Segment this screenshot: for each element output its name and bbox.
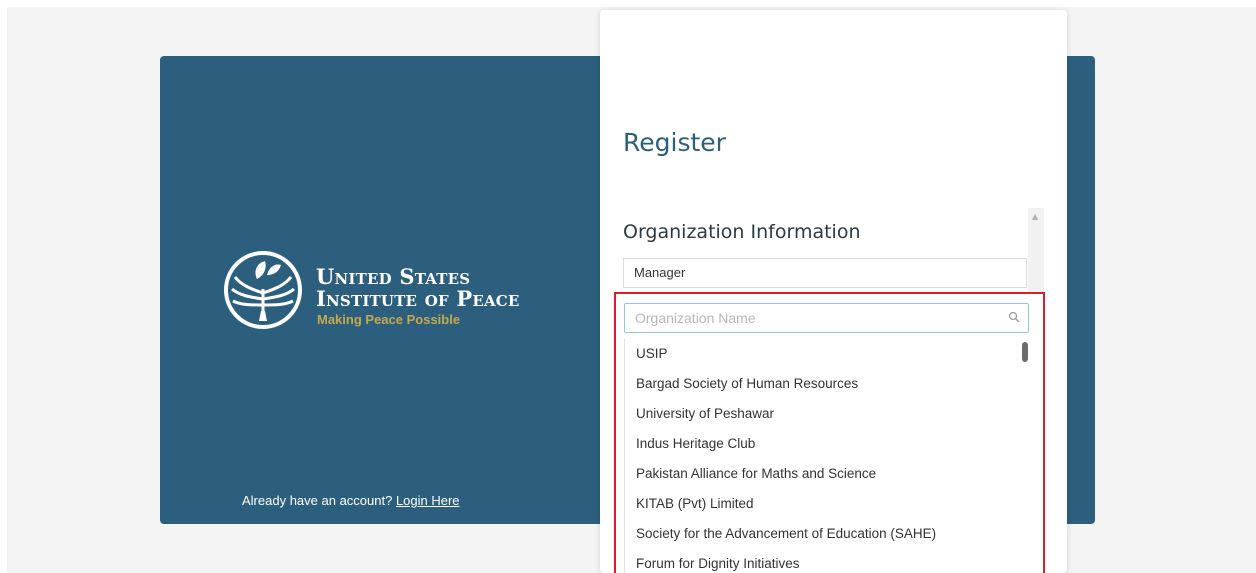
page-title: Register bbox=[623, 128, 726, 157]
role-select[interactable]: Manager bbox=[623, 258, 1027, 288]
logo-line-united-states: United States bbox=[316, 264, 471, 289]
search-icon bbox=[1008, 311, 1020, 323]
organization-search-box[interactable] bbox=[624, 303, 1029, 333]
organization-options-list[interactable]: USIP Bargad Society of Human Resources U… bbox=[624, 339, 1029, 573]
organization-option[interactable]: Forum for Dignity Initiatives bbox=[625, 549, 1029, 573]
dove-olive-branch-icon bbox=[224, 251, 302, 329]
logo-line-institute-of-peace: Institute of Peace bbox=[316, 286, 520, 311]
login-here-link[interactable]: Login Here bbox=[396, 493, 460, 508]
organization-dropdown: USIP Bargad Society of Human Resources U… bbox=[614, 292, 1045, 573]
organization-option[interactable]: Indus Heritage Club bbox=[625, 429, 1029, 459]
usip-logo: United States Institute of Peace Making … bbox=[223, 249, 523, 333]
organization-option[interactable]: Pakistan Alliance for Maths and Science bbox=[625, 459, 1029, 489]
section-title: Organization Information bbox=[623, 221, 861, 243]
login-prompt-row: Already have an account? Login Here bbox=[242, 493, 460, 508]
organization-option[interactable]: University of Peshawar bbox=[625, 399, 1029, 429]
organization-search-input[interactable] bbox=[625, 304, 1005, 332]
organization-option[interactable]: USIP bbox=[625, 339, 1029, 369]
organization-option[interactable]: KITAB (Pvt) Limited bbox=[625, 489, 1029, 519]
organization-option[interactable]: Society for the Advancement of Education… bbox=[625, 519, 1029, 549]
login-prompt-text: Already have an account? bbox=[242, 493, 396, 508]
organization-option[interactable]: Bargad Society of Human Resources bbox=[625, 369, 1029, 399]
logo-tagline: Making Peace Possible bbox=[317, 312, 461, 327]
scroll-up-icon[interactable]: ▲ bbox=[1032, 212, 1038, 221]
options-scrollbar-thumb[interactable] bbox=[1022, 342, 1028, 362]
